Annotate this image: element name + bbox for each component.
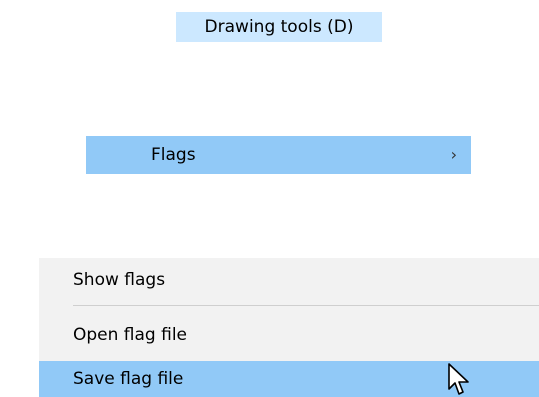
drawing-tools-button[interactable]: Drawing tools (D) <box>176 12 382 42</box>
flags-menu-item[interactable]: Flags › <box>86 136 471 174</box>
menu-item-label: Save flag file <box>73 369 184 389</box>
drawing-tools-label: Drawing tools (D) <box>204 17 354 37</box>
flags-label: Flags <box>151 145 196 165</box>
menu-item-label: Open flag file <box>73 325 188 345</box>
menu-item-open-flag-file[interactable]: Open flag file <box>39 317 539 353</box>
chevron-right-icon: › <box>450 145 457 164</box>
app-window: Drawing tools (D) Flags › Show flags Ope… <box>0 0 539 397</box>
menu-item-label: Show flags <box>73 270 166 290</box>
arrow-cursor-icon <box>448 363 469 395</box>
menu-item-show-flags[interactable]: Show flags <box>39 262 539 298</box>
menu-divider <box>73 305 539 306</box>
